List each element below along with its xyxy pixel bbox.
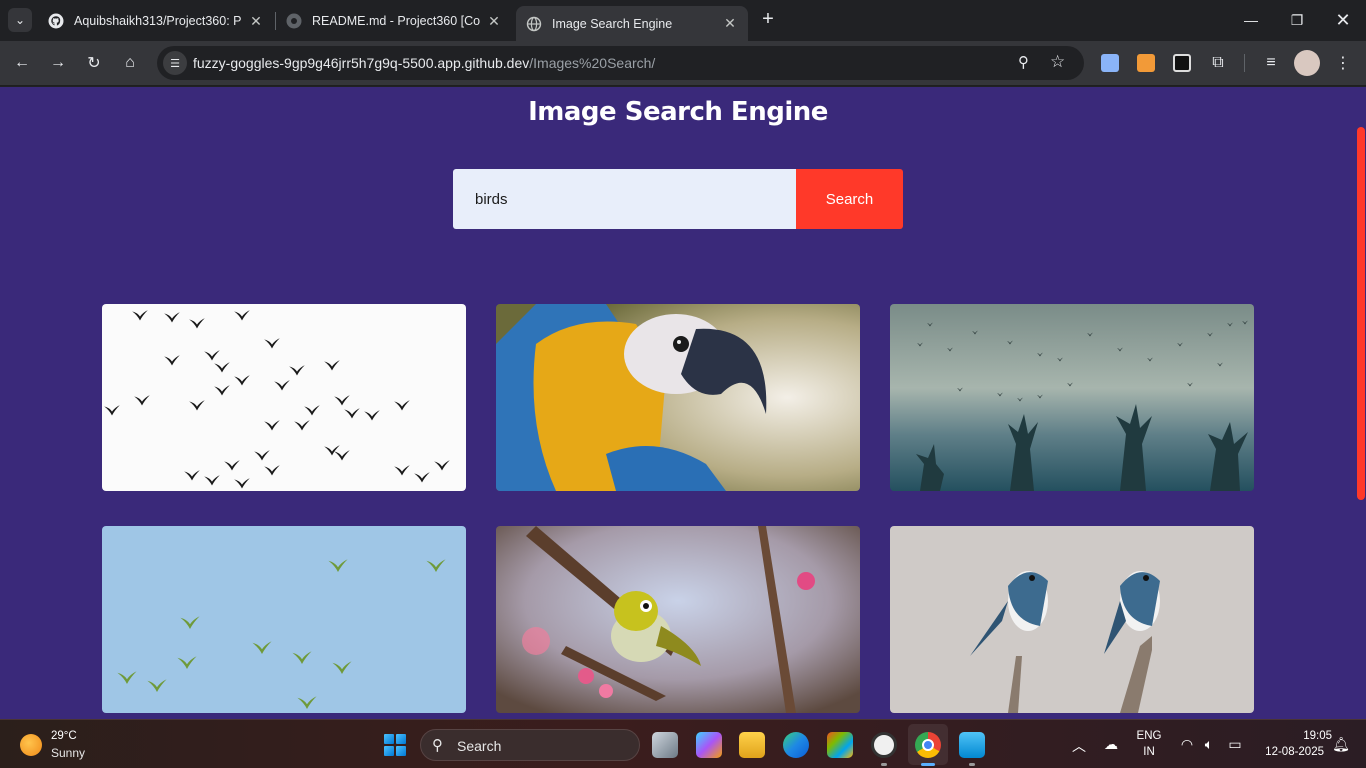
misty-trees-image	[890, 304, 1254, 491]
scrollbar-thumb[interactable]	[1357, 127, 1365, 500]
close-window-icon[interactable]: ✕	[1320, 0, 1366, 40]
web-page: Image Search Engine Search	[0, 87, 1366, 719]
tab-close-icon[interactable]: ✕	[248, 13, 264, 30]
copilot-icon[interactable]	[696, 732, 722, 758]
bookmark-star-icon[interactable]: ☆	[1050, 52, 1070, 72]
language-line2[interactable]: IN	[1134, 746, 1164, 758]
extension-docs-icon[interactable]	[1101, 54, 1119, 72]
sun-weather-icon[interactable]	[20, 734, 42, 756]
onedrive-cloud-icon[interactable]: ☁	[1102, 736, 1120, 754]
tab-strip: ⌄ Aquibshaikh313/Project360: Pro ✕ READM…	[0, 0, 1366, 41]
running-indicator	[969, 763, 975, 766]
browser-toolbar: ← → ↻ ⌂ ☰ fuzzy-goggles-9gp9g46jrr5h7g9q…	[0, 41, 1366, 86]
tab-close-icon[interactable]: ✕	[722, 15, 738, 32]
page-title: Image Search Engine	[528, 97, 828, 127]
tab-readme[interactable]: README.md - Project360 [Code ✕	[276, 6, 512, 36]
toolbar-divider	[1244, 54, 1245, 72]
new-tab-plus-icon[interactable]: +	[756, 8, 780, 32]
notifications-bell-icon[interactable]: 🔔︎	[1332, 736, 1350, 754]
result-image-white-eye[interactable]	[496, 526, 860, 713]
tab-title: README.md - Project360 [Code	[312, 14, 480, 28]
result-image-swallows[interactable]	[890, 526, 1254, 713]
url-host: fuzzy-goggles-9gp9g46jrr5h7g9q-5500.app.…	[193, 55, 530, 71]
zoom-magnifier-icon[interactable]: ⚲	[1018, 53, 1038, 73]
clock-date[interactable]: 12-08-2025	[1252, 746, 1324, 758]
white-eye-image	[496, 526, 860, 713]
back-arrow-icon[interactable]: ←	[9, 50, 35, 76]
battery-icon[interactable]: ▭	[1226, 736, 1244, 754]
taskbar-search-placeholder: Search	[457, 738, 502, 754]
reload-icon[interactable]: ↻	[81, 50, 107, 76]
notepad-icon[interactable]	[959, 732, 985, 758]
microsoft-store-icon[interactable]	[827, 732, 853, 758]
task-view-icon[interactable]	[652, 732, 678, 758]
windows-taskbar: 29°C Sunny ⚲ Search ︿ ☁ ENG IN ◠ 🔈︎ ▭ 19…	[0, 719, 1366, 768]
result-image-misty-trees[interactable]	[890, 304, 1254, 491]
url-text[interactable]: fuzzy-goggles-9gp9g46jrr5h7g9q-5500.app.…	[193, 55, 655, 71]
clock-app-icon[interactable]	[871, 732, 897, 758]
tab-close-icon[interactable]: ✕	[486, 13, 502, 30]
tab-title: Aquibshaikh313/Project360: Pro	[74, 14, 242, 28]
search-input[interactable]	[453, 169, 796, 229]
result-image-macaw[interactable]	[496, 304, 860, 491]
url-path: /Images%20Search/	[529, 55, 656, 71]
minimize-icon[interactable]: —	[1228, 0, 1274, 40]
tab-title: Image Search Engine	[552, 16, 673, 31]
address-bar[interactable]: ☰ fuzzy-goggles-9gp9g46jrr5h7g9q-5500.ap…	[157, 46, 1084, 80]
globe-icon	[526, 16, 542, 31]
chrome-browser-icon[interactable]	[915, 732, 941, 758]
tab-search-chevron-icon[interactable]: ⌄	[8, 8, 32, 32]
github-icon	[48, 13, 64, 29]
language-line1[interactable]: ENG	[1134, 730, 1164, 742]
file-explorer-icon[interactable]	[739, 732, 765, 758]
taskbar-search-box[interactable]: ⚲ Search	[420, 729, 640, 761]
clock-time[interactable]: 19:05	[1252, 730, 1332, 742]
home-icon[interactable]: ⌂	[117, 50, 143, 76]
parakeets-image	[102, 526, 466, 713]
extension-dark-icon[interactable]	[1173, 54, 1191, 72]
windows-start-icon[interactable]	[384, 734, 406, 756]
search-button[interactable]: Search	[796, 169, 903, 229]
macaw-image	[496, 304, 860, 491]
active-indicator	[921, 763, 935, 766]
result-image-parakeets[interactable]	[102, 526, 466, 713]
menu-kebab-icon[interactable]: ⋮	[1330, 50, 1356, 76]
github-icon	[286, 13, 302, 29]
swallows-image	[890, 526, 1254, 713]
extensions-puzzle-icon[interactable]: ⧉	[1205, 50, 1231, 76]
volume-icon[interactable]: 🔈︎	[1200, 736, 1218, 754]
page-scrollbar[interactable]	[1356, 127, 1366, 500]
forward-arrow-icon[interactable]: →	[45, 50, 71, 76]
tab-project360-repo[interactable]: Aquibshaikh313/Project360: Pro ✕	[38, 6, 274, 36]
edge-browser-icon[interactable]	[783, 732, 809, 758]
restore-icon[interactable]: ❐	[1274, 0, 1320, 40]
search-icon: ⚲	[432, 737, 443, 754]
tab-image-search-engine[interactable]: Image Search Engine ✕	[516, 6, 748, 41]
result-image-bird-flock[interactable]	[102, 304, 466, 491]
weather-temperature[interactable]: 29°C	[51, 730, 77, 742]
extension-orange-icon[interactable]	[1137, 54, 1155, 72]
wifi-icon[interactable]: ◠	[1178, 736, 1196, 754]
bird-flock-image	[102, 304, 466, 491]
site-info-icon[interactable]: ☰	[163, 51, 187, 75]
weather-condition[interactable]: Sunny	[51, 746, 85, 760]
profile-avatar[interactable]	[1294, 50, 1320, 76]
show-hidden-icons-chevron-icon[interactable]: ︿	[1070, 736, 1088, 754]
running-indicator	[881, 763, 887, 766]
media-control-icon[interactable]: ≡	[1258, 50, 1284, 76]
search-form: Search	[453, 169, 903, 229]
